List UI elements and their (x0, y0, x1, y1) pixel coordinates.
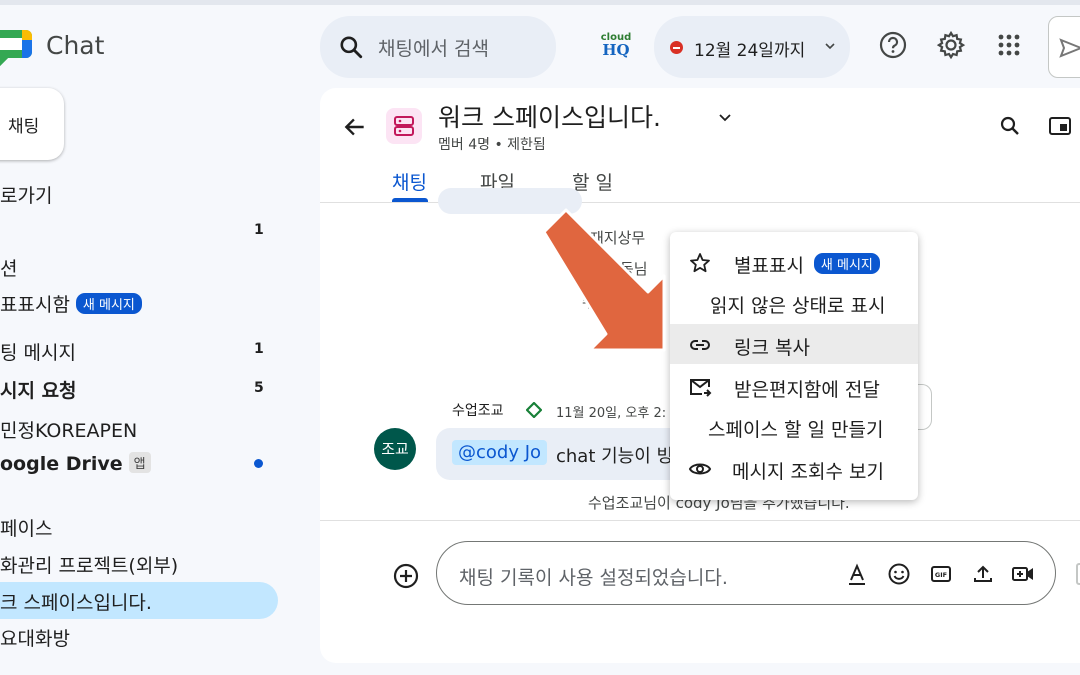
send-icon (1059, 38, 1080, 58)
message-timestamp: 11월 20일, 오후 2: (556, 406, 667, 421)
svg-text:GIF: GIF (935, 571, 947, 579)
sidebar-item-workspace[interactable]: 크 스페이스입니다. (0, 588, 152, 615)
search-icon (340, 36, 363, 59)
settings-gear-icon[interactable] (936, 30, 966, 60)
restricted-label: 제한됨 (507, 137, 546, 153)
emoji-icon[interactable] (887, 562, 911, 586)
side-panel-icon[interactable] (1048, 114, 1072, 138)
status-chip[interactable]: 12월 24일까지 (654, 16, 850, 78)
menu-item-create-task[interactable]: 스페이스 할 일 만들기 (670, 406, 918, 446)
compose-placeholder: 채팅 기록이 사용 설정되었습니다. (459, 567, 728, 589)
sidebar-item-google-drive[interactable]: oogle Drive 앱 (0, 452, 151, 475)
new-chat-label: 채팅 (8, 117, 40, 137)
video-meeting-icon[interactable] (1011, 562, 1035, 586)
new-message-badge: 새 메시지 (813, 253, 880, 274)
sidebar-item-mentions[interactable]: 션 (0, 254, 17, 281)
do-not-disturb-icon (670, 41, 683, 54)
chevron-down-icon[interactable] (718, 110, 732, 124)
status-text: 12월 24일까지 (694, 41, 806, 61)
star-icon (690, 253, 710, 273)
sidebar-item-spaces[interactable]: 페이스 (0, 514, 52, 541)
space-icon (394, 116, 414, 136)
sidebar-item-google-drive-label: oogle Drive (0, 453, 123, 475)
new-message-badge: 새 메시지 (75, 293, 142, 314)
extension-send-button[interactable] (1048, 16, 1080, 78)
message-text: chat 기능이 빙 (556, 446, 674, 467)
avatar[interactable]: 조교 (374, 428, 416, 470)
sidebar-item-message-requests[interactable]: 시지 요청 (0, 376, 77, 403)
menu-item-copy-link[interactable]: 링크 복사 (670, 324, 918, 364)
compose-divider (320, 520, 1080, 521)
menu-item-view-count[interactable]: 메시지 조회수 보기 (670, 448, 918, 488)
sidebar-count-direct-messages: 1 (254, 341, 264, 357)
send-message-icon[interactable] (1076, 563, 1080, 585)
menu-item-view-count-label: 메시지 조회수 보기 (732, 461, 884, 483)
sidebar-item-starred[interactable]: 표표시함 새 메시지 (0, 290, 142, 317)
space-title[interactable]: 워크 스페이스입니다. (438, 98, 661, 134)
menu-item-mark-unread[interactable]: 읽지 않은 상태로 표시 (670, 282, 918, 322)
eye-icon (688, 463, 712, 475)
new-chat-button[interactable]: 채팅 (0, 88, 64, 160)
chevron-down-icon (825, 43, 835, 50)
search-bar[interactable]: 채팅에서 검색 (320, 16, 556, 78)
annotation-arrow-icon (542, 208, 666, 352)
sidebar-item-starred-label: 표표시함 (0, 294, 70, 316)
add-circle-icon[interactable] (392, 562, 420, 590)
search-placeholder: 채팅에서 검색 (378, 38, 489, 60)
tab-divider (320, 202, 1080, 203)
help-icon[interactable] (878, 30, 908, 60)
member-count: 멤버 4명 (438, 137, 490, 153)
mention-chip[interactable]: @cody Jo (452, 440, 548, 465)
format-text-icon[interactable] (845, 562, 869, 586)
cloudhq-line2: HQ (602, 41, 630, 59)
upload-icon[interactable] (971, 562, 995, 586)
tab-chat[interactable]: 채팅 (392, 168, 427, 195)
forward-mail-icon (690, 379, 712, 397)
sidebar-item-dm-room[interactable]: 요대화방 (0, 624, 70, 651)
app-title[interactable]: Chat (46, 31, 104, 60)
app-tag: 앱 (128, 452, 151, 473)
apps-grid-icon[interactable] (994, 30, 1024, 60)
chat-logo-icon (0, 30, 32, 66)
cloudhq-extension-icon[interactable]: cloud HQ (596, 33, 636, 63)
menu-item-forward-inbox-label: 받은편지함에 전달 (734, 379, 880, 401)
menu-item-star-label: 별표표시 새 메시지 (734, 251, 880, 278)
message-bubble[interactable]: @cody Jo chat 기능이 빙 (436, 428, 696, 480)
message-compose-box[interactable]: 채팅 기록이 사용 설정되었습니다. GIF (436, 541, 1056, 605)
search-in-space-icon[interactable] (998, 114, 1022, 138)
space-avatar (386, 108, 422, 144)
message-context-menu: 별표표시 새 메시지 읽지 않은 상태로 표시 링크 복사 받은편지함에 전달 스… (670, 232, 918, 500)
window-top-edge (0, 0, 1080, 5)
sidebar-item-shortcuts[interactable]: 로가기 (0, 181, 52, 208)
sidebar-count-message-requests: 5 (254, 380, 264, 396)
back-arrow-icon[interactable] (342, 114, 368, 140)
menu-item-create-task-label: 스페이스 할 일 만들기 (708, 419, 884, 441)
sidebar-item-koreapen[interactable]: 민정KOREAPEN (0, 416, 137, 443)
menu-item-copy-link-label: 링크 복사 (734, 337, 810, 359)
menu-item-forward-inbox[interactable]: 받은편지함에 전달 (670, 366, 918, 406)
menu-item-star[interactable]: 별표표시 새 메시지 (670, 242, 918, 282)
space-subtitle: 멤버 4명 • 제한됨 (438, 137, 546, 153)
menu-item-mark-unread-label: 읽지 않은 상태로 표시 (710, 295, 886, 317)
link-icon (690, 340, 710, 350)
unread-dot (254, 459, 263, 468)
sidebar-item-project[interactable]: 화관리 프로젝트(외부) (0, 551, 178, 578)
message-sender[interactable]: 수업조교 (452, 400, 504, 420)
diamond-icon (526, 402, 542, 418)
sidebar-count-home: 1 (254, 222, 264, 238)
sidebar-item-direct-messages[interactable]: 팅 메시지 (0, 338, 76, 365)
gif-icon[interactable]: GIF (929, 562, 953, 586)
